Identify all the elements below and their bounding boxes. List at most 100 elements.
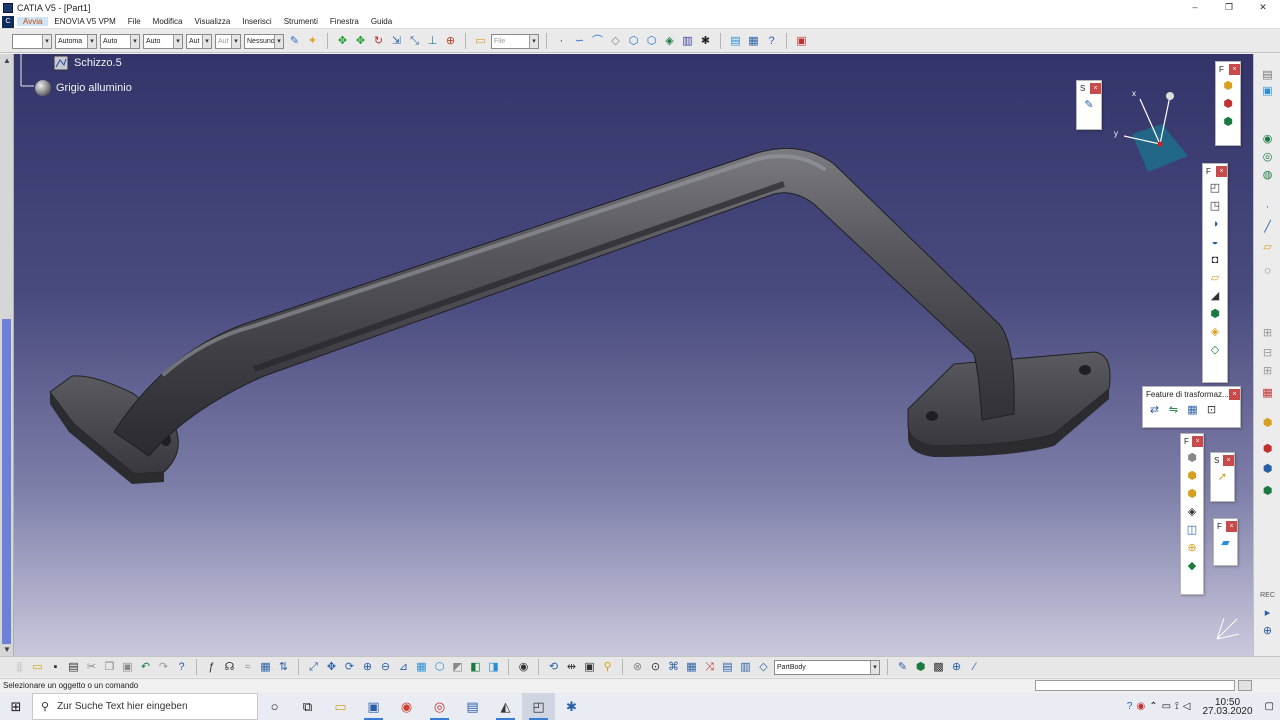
line-thickness-combo[interactable]: Auto [100, 33, 140, 49]
snap-icon[interactable]: ⊥ [425, 34, 440, 49]
boolean-icon[interactable]: ◫ [1184, 522, 1200, 538]
painter-icon[interactable]: ✎ [287, 34, 302, 49]
photos-icon[interactable]: ◭ [489, 693, 522, 720]
analysis-icon-3[interactable]: ⊞ [1260, 364, 1275, 379]
layer-combo-disabled[interactable]: Aut [215, 33, 241, 49]
3d-viewport[interactable]: Schizzo.5 Grigio alluminio x y [14, 54, 1253, 656]
menu-visualizza[interactable]: Visualizza [188, 17, 236, 26]
analysis-icon-2[interactable]: ⊟ [1260, 346, 1275, 361]
mirror-icon[interactable]: ⇋ [1166, 403, 1181, 418]
menu-file[interactable]: File [122, 17, 147, 26]
command-input[interactable] [1035, 680, 1235, 691]
view-front-icon[interactable]: ⬡ [644, 34, 659, 49]
pan-view-icon[interactable]: ✥ [324, 660, 339, 675]
anchor-icon[interactable]: ⚲ [600, 660, 615, 675]
render-2-icon[interactable]: ⬢ [1260, 462, 1275, 477]
table-icon[interactable]: ▦ [258, 660, 273, 675]
close-icon[interactable]: × [1223, 454, 1234, 466]
pocket-feature-icon[interactable]: ⬢ [1220, 96, 1236, 112]
partbody-combo[interactable]: PartBody [774, 659, 880, 675]
task-view-icon[interactable]: ⧉ [291, 693, 324, 720]
undo-icon[interactable]: ↶ [138, 660, 153, 675]
scan-icon[interactable]: ▥ [738, 660, 753, 675]
exit-workbench-icon[interactable]: ▣ [1260, 84, 1275, 99]
body-icon[interactable]: ⬢ [913, 660, 928, 675]
shading-icon[interactable]: ◩ [450, 660, 465, 675]
open-folder-icon[interactable]: ▭ [473, 34, 488, 49]
menu-finestra[interactable]: Finestra [324, 17, 365, 26]
menu-enovia[interactable]: ENOVIA V5 VPM [48, 17, 121, 26]
point-icon[interactable]: · [554, 34, 569, 49]
hide-show-icon[interactable]: ◧ [468, 660, 483, 675]
sew-surface-icon[interactable]: ◈ [1184, 504, 1200, 520]
section-icon[interactable]: ▤ [720, 660, 735, 675]
chrome-icon[interactable]: ◉ [390, 693, 423, 720]
pad-icon[interactable]: ◉ [1260, 132, 1275, 147]
knowledge-icon[interactable]: ⬢ [1260, 484, 1275, 499]
select-sets-icon[interactable]: ▦ [746, 34, 761, 49]
rib-icon[interactable]: ◳ [1207, 198, 1223, 214]
windows-start-icon[interactable]: ⊞ [0, 693, 32, 720]
thick-surface-icon[interactable]: ⬢ [1184, 468, 1200, 484]
close-icon[interactable]: × [1229, 63, 1240, 75]
sketcher-icon[interactable]: ▤ [1260, 68, 1275, 83]
slot-icon[interactable]: ◑ [1207, 216, 1223, 232]
redo-icon[interactable]: ↷ [156, 660, 171, 675]
multi-view-icon[interactable]: ▦ [414, 660, 429, 675]
swap-visible-icon[interactable]: ◨ [486, 660, 501, 675]
point-type-combo[interactable]: Aut [186, 33, 212, 49]
apply-material-icon[interactable]: ⬢ [1260, 416, 1275, 431]
translate-icon[interactable]: ✥ [353, 34, 368, 49]
remove-lump-icon[interactable]: ◆ [1184, 558, 1200, 574]
close-icon[interactable]: × [1090, 82, 1101, 94]
menu-modifica[interactable]: Modifica [147, 17, 189, 26]
symmetry-icon[interactable]: ⇲ [389, 34, 404, 49]
macro-icon[interactable]: ▸ [1260, 606, 1275, 621]
remove-loft-icon[interactable]: ▱ [1207, 270, 1223, 286]
measure-icon[interactable]: ✱ [698, 34, 713, 49]
save-icon[interactable]: ▪ [48, 660, 63, 675]
draft-icon[interactable]: ◈ [1207, 324, 1223, 340]
line-type-combo[interactable]: Auto [143, 33, 183, 49]
apply-material-tool-icon[interactable]: ▰ [1218, 535, 1234, 551]
chevron-up-icon[interactable]: ⌃ [1149, 701, 1157, 712]
tree-expand-icon[interactable]: ◌ [1260, 264, 1275, 279]
menu-strumenti[interactable]: Strumenti [278, 17, 324, 26]
network-icon[interactable]: ⟟ [1175, 701, 1179, 712]
curve-icon[interactable]: ∽ [572, 34, 587, 49]
render-style-icon[interactable]: ◈ [662, 34, 677, 49]
sketch-tool-icon[interactable]: ✎ [1081, 97, 1097, 113]
surface-icon[interactable]: ◇ [608, 34, 623, 49]
taskbar-search[interactable]: ⚲ Zur Suche Text hier eingeben [32, 693, 258, 720]
update-icon[interactable]: ⟲ [546, 660, 561, 675]
point-ref-icon[interactable]: · [1260, 200, 1275, 215]
snap-free-icon[interactable]: ⊕ [443, 34, 458, 49]
view-iso-icon[interactable]: ⬡ [626, 34, 641, 49]
loft-icon[interactable]: ◘ [1207, 252, 1223, 268]
capture-icon[interactable]: ◉ [516, 660, 531, 675]
reorder-icon[interactable]: ⇅ [276, 660, 291, 675]
select-pointer-icon[interactable]: ➚ [1215, 469, 1231, 485]
scrollbar-thumb[interactable] [2, 319, 11, 644]
obs-icon[interactable]: ◎ [423, 693, 456, 720]
color-combo[interactable] [12, 33, 52, 49]
catia-active-task-icon[interactable]: ◰ [522, 693, 555, 720]
close-surface-icon[interactable]: ⬢ [1184, 486, 1200, 502]
pocket-icon[interactable]: ◎ [1260, 150, 1275, 165]
layer-combo[interactable]: Nessuno [244, 33, 284, 49]
battery-icon[interactable]: ▭ [1162, 701, 1171, 712]
normal-view-icon[interactable]: ⊿ [396, 660, 411, 675]
security-tray-icon[interactable]: ◉ [1136, 701, 1145, 712]
constraint-icon[interactable]: ⇹ [564, 660, 579, 675]
draft-analysis-icon[interactable]: ▦ [684, 660, 699, 675]
compass-widget[interactable]: x y [1110, 84, 1190, 174]
open-icon[interactable]: ▭ [30, 660, 45, 675]
zoom-out-icon[interactable]: ⊖ [378, 660, 393, 675]
volume-icon[interactable]: ◁ [1183, 701, 1191, 712]
menu-guida[interactable]: Guida [365, 17, 398, 26]
menu-avvia[interactable]: Avvia [17, 17, 49, 26]
sketch-analysis-icon[interactable]: ✎ [895, 660, 910, 675]
app-task-icon[interactable]: ✱ [555, 693, 588, 720]
tube-body[interactable] [113, 147, 1015, 457]
menu-inserisci[interactable]: Inserisci [236, 17, 277, 26]
